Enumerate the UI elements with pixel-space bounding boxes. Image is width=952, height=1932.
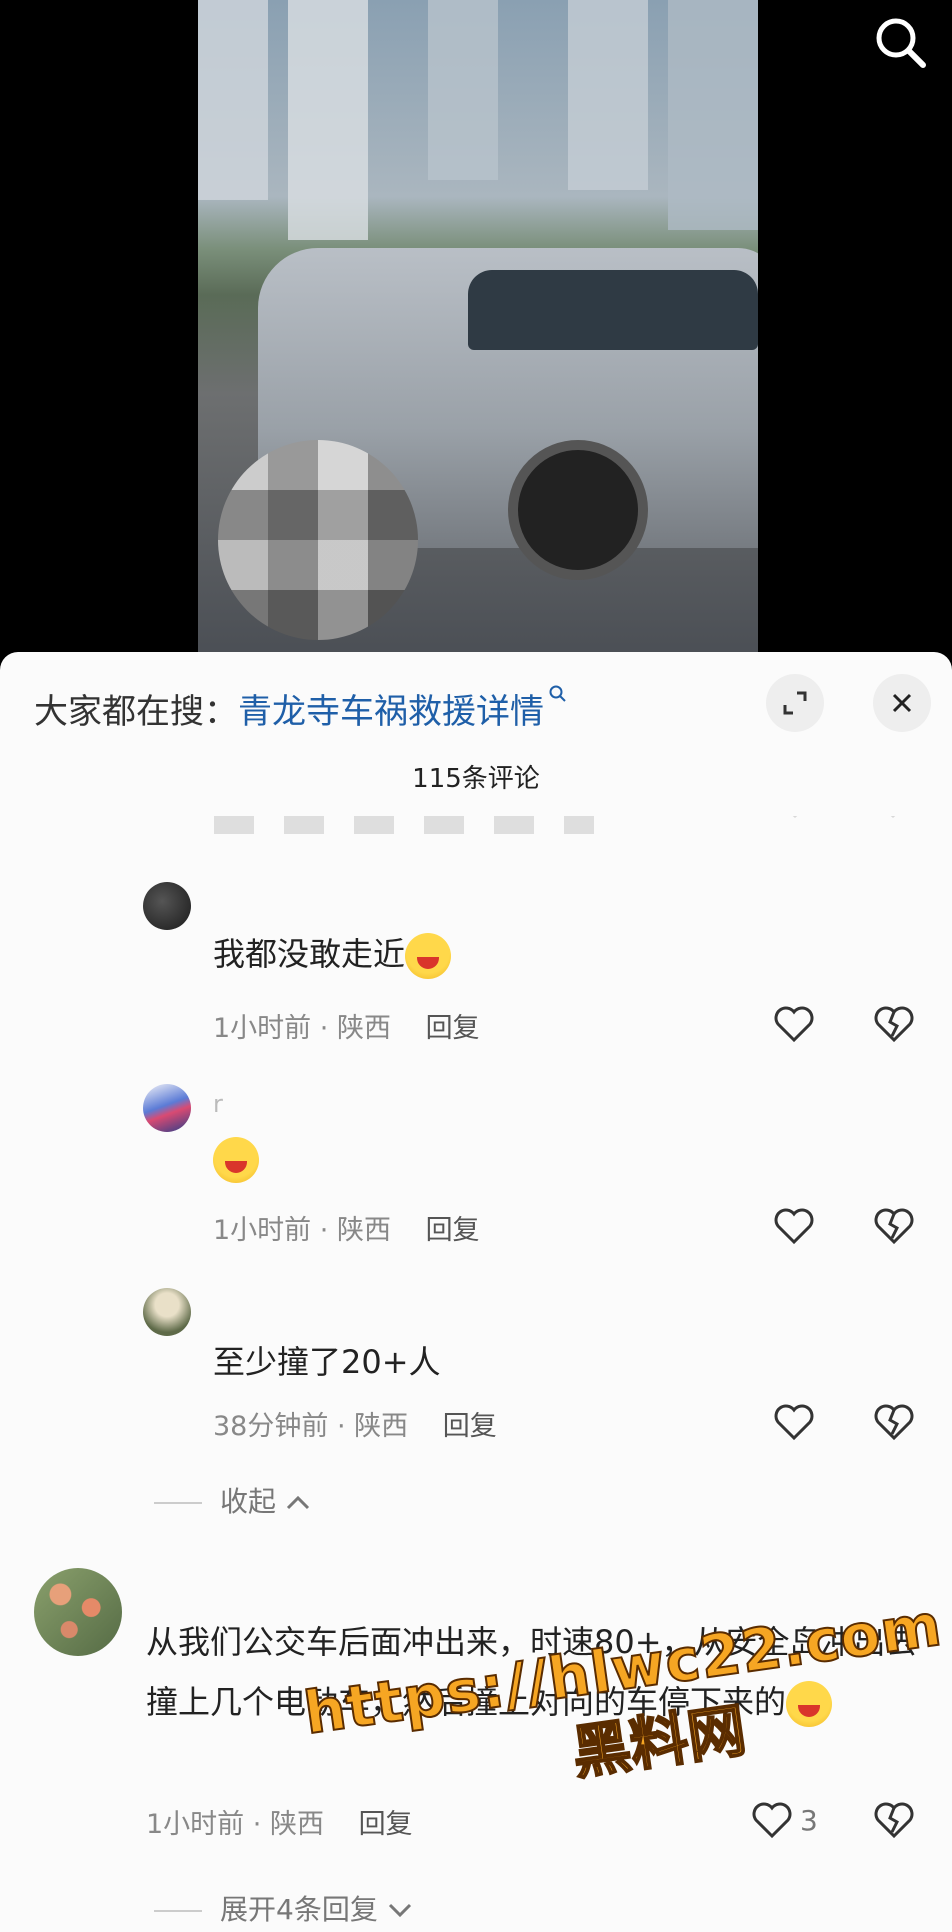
video-frame	[198, 0, 758, 656]
comment-text	[213, 1128, 259, 1188]
reply-button[interactable]: 回复	[443, 1411, 497, 1442]
avatar[interactable]	[143, 1288, 191, 1336]
reply-button[interactable]: 回复	[426, 1013, 480, 1044]
suggestion-prefix: 大家都在搜：	[34, 692, 238, 732]
video-player[interactable]	[0, 0, 952, 656]
laugh-cry-emoji	[213, 1137, 259, 1183]
like-heart-icon[interactable]	[750, 1798, 794, 1842]
expand-icon	[783, 691, 807, 715]
comment-meta: 1小时前 · 陕西 回复	[213, 1013, 480, 1044]
like-heart-icon[interactable]	[772, 1400, 816, 1444]
dislike-broken-heart-icon[interactable]	[872, 1400, 916, 1444]
search-icon[interactable]	[872, 14, 928, 70]
search-small-icon	[549, 685, 566, 702]
chevron-up-icon	[286, 1495, 309, 1510]
comment-count: 115条评论	[412, 764, 540, 794]
mosaic-blur	[218, 440, 418, 640]
comment-text: 我都没敢走近	[213, 924, 452, 984]
dislike-broken-heart-icon[interactable]	[872, 1798, 916, 1842]
collapse-replies-button[interactable]: 收起	[154, 1480, 311, 1520]
car-window	[468, 270, 758, 350]
dislike-broken-heart-icon[interactable]	[872, 1002, 916, 1046]
like-heart-icon[interactable]	[772, 1204, 816, 1248]
divider-line	[154, 1502, 202, 1504]
like-count: 3	[800, 1804, 818, 1837]
reply-button[interactable]: 回复	[426, 1215, 480, 1246]
expand-replies-button[interactable]: 展开4条回复	[154, 1888, 413, 1928]
divider-line	[154, 1910, 202, 1912]
car-wheel	[508, 440, 648, 580]
building	[428, 0, 498, 180]
building	[668, 0, 758, 230]
username-partial: r	[213, 1090, 223, 1118]
comment-meta: 38分钟前 · 陕西 回复	[213, 1411, 497, 1442]
avatar[interactable]	[143, 1084, 191, 1132]
building	[568, 0, 648, 190]
close-button[interactable]	[873, 674, 931, 732]
close-icon	[892, 693, 912, 713]
avatar[interactable]	[143, 882, 191, 930]
suggestion-link[interactable]: 青龙寺车祸救援详情	[238, 692, 544, 732]
dislike-broken-heart-icon[interactable]	[872, 1204, 916, 1248]
search-suggestion: 大家都在搜：青龙寺车祸救援详情	[34, 684, 568, 733]
building	[198, 0, 268, 200]
laugh-cry-emoji	[405, 933, 452, 979]
chevron-down-icon	[388, 1903, 411, 1918]
like-heart-icon[interactable]	[772, 1002, 816, 1046]
comment-meta: 1小时前 · 陕西 回复	[213, 1215, 480, 1246]
expand-button[interactable]	[766, 674, 824, 732]
building	[288, 0, 368, 240]
previous-comment-fragment	[0, 816, 952, 846]
avatar[interactable]	[34, 1568, 122, 1656]
comment-text: 至少撞了20+人	[213, 1343, 441, 1381]
